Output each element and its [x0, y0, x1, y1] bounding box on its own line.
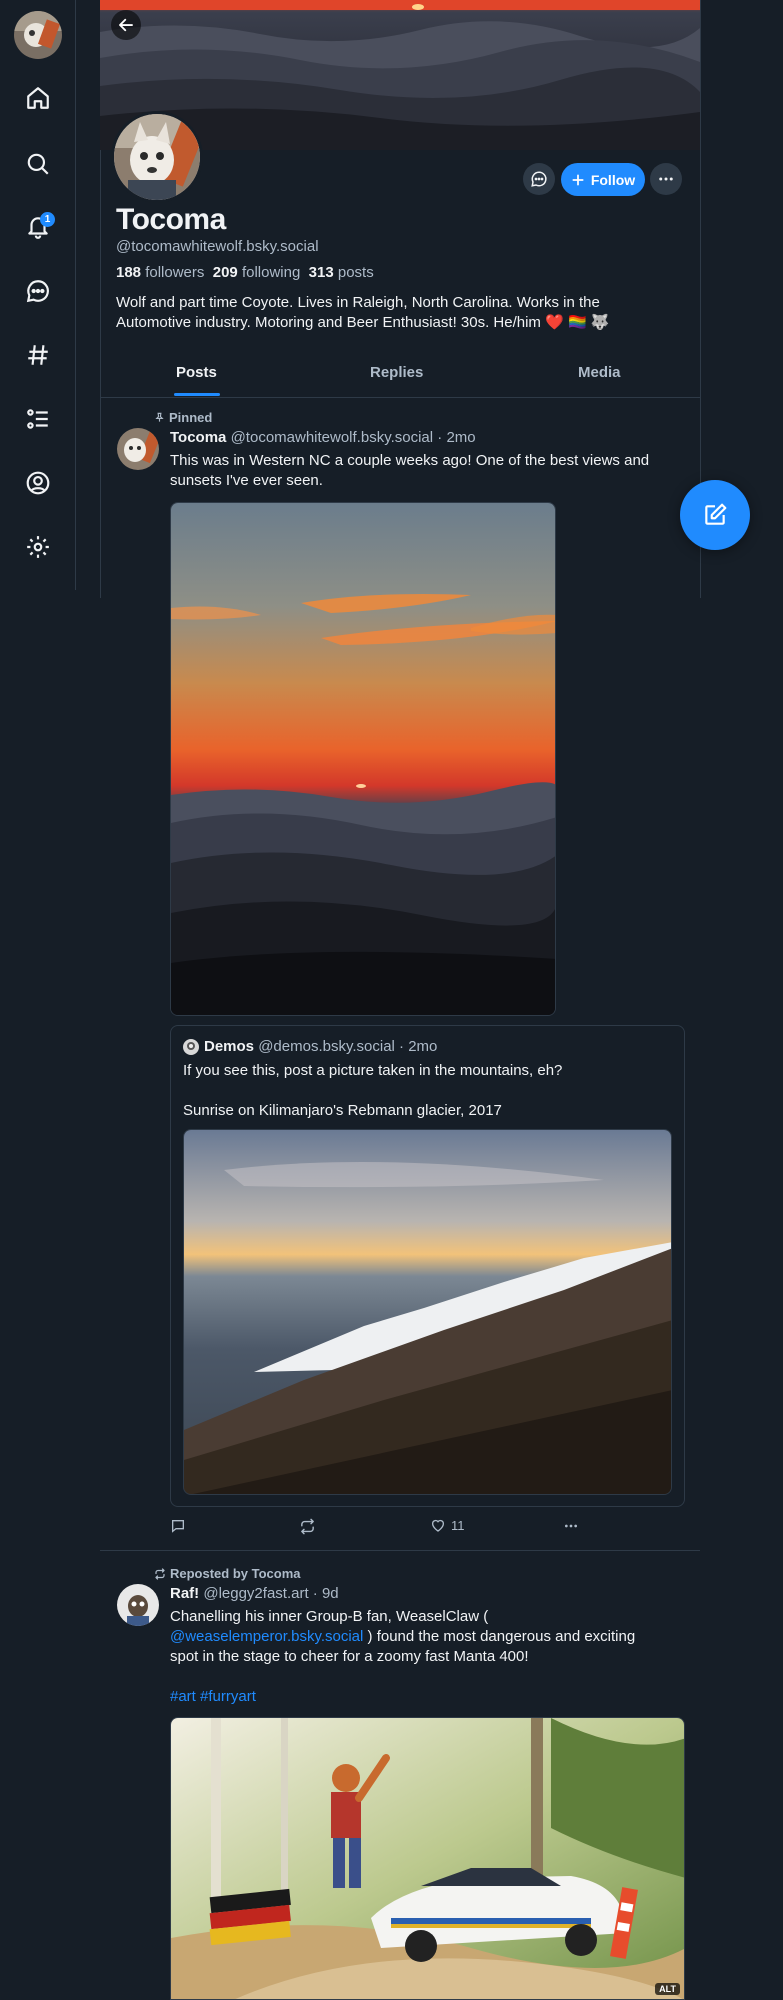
- repost-icon: [155, 1567, 165, 1580]
- profile-handle: @tocomawhitewolf.bsky.social: [116, 238, 319, 255]
- like-button[interactable]: 11: [430, 1517, 465, 1533]
- current-user-avatar[interactable]: [14, 11, 62, 59]
- post-author-avatar[interactable]: [117, 428, 159, 470]
- profile-stats: 188 followers 209 following 313 posts: [116, 264, 374, 281]
- hashtag-links[interactable]: #art #furryart: [170, 1687, 690, 1707]
- profile-display-name: Tocoma: [116, 203, 226, 236]
- bio-line: Wolf and part time Coyote. Lives in Rale…: [116, 294, 600, 311]
- post-text: This was in Western NC a couple weeks ag…: [170, 452, 650, 489]
- gear-icon[interactable]: [22, 531, 54, 563]
- quote-header: Demos @demos.bsky.social · 2mo: [204, 1038, 437, 1055]
- post-context-repost[interactable]: Reposted by Tocoma: [154, 1566, 301, 1581]
- chat-icon[interactable]: [22, 275, 54, 307]
- post-header: Raf! @leggy2fast.art · 9d: [170, 1585, 339, 1602]
- reply-button[interactable]: [170, 1518, 186, 1534]
- post-author-name[interactable]: Tocoma: [170, 429, 226, 446]
- post-author-handle[interactable]: @tocomawhitewolf.bsky.social: [231, 429, 434, 446]
- post-author-name[interactable]: Raf!: [170, 1585, 199, 1602]
- tab-replies[interactable]: Replies: [370, 364, 423, 381]
- following-label: following: [241, 264, 301, 281]
- follow-label: Follow: [590, 171, 636, 188]
- post-context-pinned: Pinned: [154, 410, 212, 425]
- more-options-button[interactable]: [650, 163, 682, 195]
- post-timestamp[interactable]: · 2mo: [437, 429, 475, 446]
- repost-button[interactable]: [299, 1518, 316, 1535]
- following-count: 209: [212, 264, 238, 281]
- post-author-handle[interactable]: @leggy2fast.art: [203, 1585, 308, 1602]
- arrow-left-icon: [119, 18, 133, 32]
- compose-post-button[interactable]: [680, 480, 750, 550]
- followers-link[interactable]: 188 followers: [116, 264, 204, 281]
- quote-author-handle[interactable]: @demos.bsky.social: [258, 1038, 395, 1055]
- posts-stat: 313 posts: [309, 264, 374, 281]
- posts-label: posts: [337, 264, 374, 281]
- pencil-square-icon: [705, 503, 727, 525]
- alt-text-badge[interactable]: ALT: [655, 1983, 680, 1995]
- reply-icon: [172, 1520, 184, 1533]
- tab-media[interactable]: Media: [578, 364, 621, 381]
- quoted-post[interactable]: Demos @demos.bsky.social · 2mo If you se…: [170, 1025, 685, 1507]
- following-link[interactable]: 209 following: [213, 264, 301, 281]
- post-header: Tocoma @tocomawhitewolf.bsky.social · 2m…: [170, 429, 476, 446]
- posts-count: 313: [308, 264, 334, 281]
- quote-text: If you see this, post a picture taken in…: [183, 1062, 563, 1119]
- profile-avatar[interactable]: [111, 111, 203, 203]
- follow-button[interactable]: Follow: [561, 163, 645, 196]
- quote-author-name[interactable]: Demos: [204, 1038, 254, 1055]
- post-timestamp[interactable]: · 9d: [313, 1585, 339, 1602]
- home-icon[interactable]: [22, 82, 54, 114]
- quote-image-kilimanjaro[interactable]: [183, 1129, 672, 1495]
- hashtag-icon[interactable]: [22, 339, 54, 371]
- bio-line: Automotive industry. Motoring and Beer E…: [116, 314, 610, 331]
- followers-label: followers: [145, 264, 205, 281]
- post-image-rally-art[interactable]: ALT: [170, 1717, 685, 2000]
- ellipsis-icon: [565, 1524, 577, 1528]
- repost-icon: [301, 1518, 314, 1535]
- post-options-button[interactable]: [562, 1518, 580, 1534]
- pin-icon: [155, 412, 164, 422]
- profile-tabs: Posts Replies Media: [100, 354, 700, 398]
- active-tab-indicator: [174, 393, 220, 396]
- search-icon[interactable]: [22, 148, 54, 180]
- mention-link[interactable]: @weaselemperor.bsky.social: [170, 1628, 363, 1645]
- back-button[interactable]: [111, 10, 141, 40]
- chat-bubble-icon: [531, 171, 547, 187]
- post-author-avatar[interactable]: [117, 1584, 159, 1626]
- plus-icon: [572, 173, 584, 186]
- profile-bio: Wolf and part time Coyote. Lives in Rale…: [116, 293, 676, 333]
- message-button[interactable]: [523, 163, 555, 195]
- list-icon[interactable]: [22, 403, 54, 435]
- quote-author-avatar: [183, 1039, 199, 1055]
- quote-timestamp[interactable]: · 2mo: [399, 1038, 437, 1055]
- notification-badge: 1: [40, 212, 55, 227]
- post-image-sunset[interactable]: [170, 502, 556, 1016]
- like-count: 11: [451, 1517, 465, 1533]
- heart-icon: [432, 1519, 444, 1532]
- post-text: Chanelling his inner Group-B fan, Weasel…: [170, 1607, 690, 1707]
- post-divider: [100, 1550, 700, 1551]
- profile-icon[interactable]: [22, 467, 54, 499]
- tab-posts[interactable]: Posts: [176, 364, 217, 381]
- ellipsis-icon: [659, 177, 673, 181]
- followers-count: 188: [116, 264, 142, 281]
- left-nav-rail: 1: [0, 0, 76, 590]
